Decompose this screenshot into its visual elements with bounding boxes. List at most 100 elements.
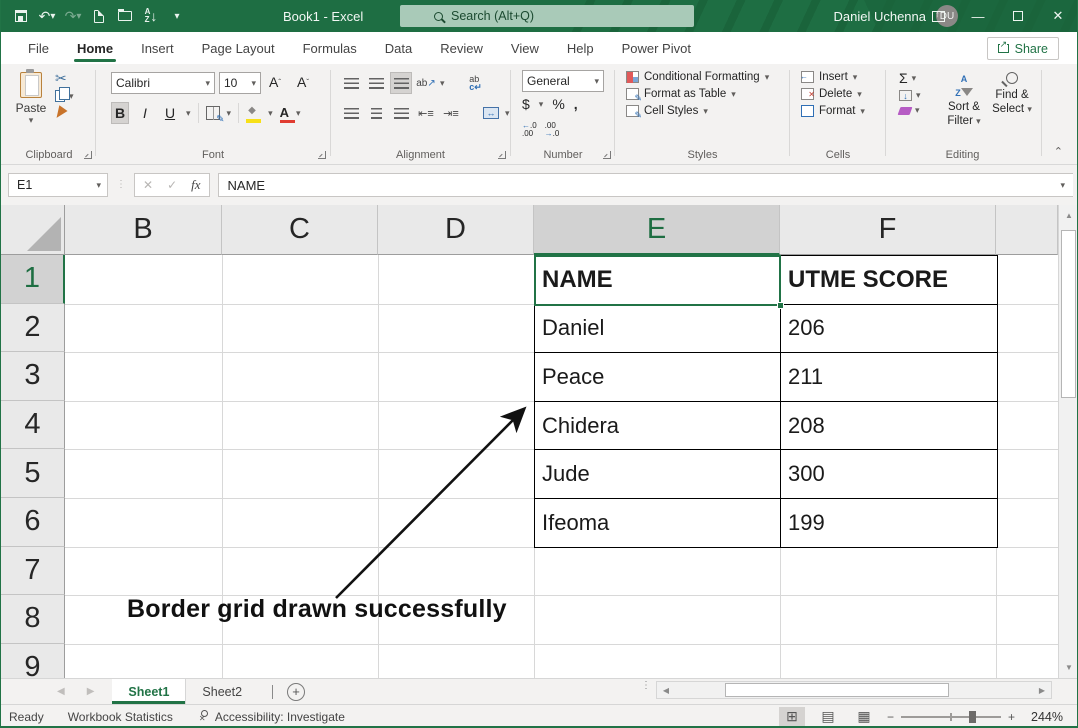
tab-help[interactable]: Help (554, 34, 607, 63)
autosum-button[interactable]: Σ▾ (899, 70, 921, 86)
insert-cells-button[interactable]: Insert▾ (801, 71, 865, 83)
tab-data[interactable]: Data (372, 34, 425, 63)
align-left-button[interactable] (340, 102, 362, 124)
merge-center-icon[interactable]: ↔ (480, 102, 502, 124)
row-header-5[interactable]: 5 (1, 449, 65, 498)
row-header-9[interactable]: 9 (1, 644, 65, 678)
scroll-down-icon[interactable]: ▼ (1059, 657, 1078, 678)
table-cell[interactable]: Jude (534, 449, 781, 499)
tab-page-layout[interactable]: Page Layout (189, 34, 288, 63)
number-dialog-launcher-icon[interactable] (603, 151, 611, 159)
cut-icon[interactable]: ✂ (55, 72, 67, 85)
table-cell[interactable]: 208 (780, 401, 998, 451)
tab-view[interactable]: View (498, 34, 552, 63)
borders-icon[interactable] (206, 106, 220, 120)
save-icon[interactable] (10, 4, 32, 28)
italic-button[interactable]: I (136, 102, 154, 124)
orientation-icon[interactable]: ab (415, 72, 437, 94)
number-format-select[interactable]: General▾ (522, 70, 604, 92)
scroll-left-icon[interactable]: ◀ (657, 682, 675, 698)
workbook-statistics-button[interactable]: Workbook Statistics (68, 710, 173, 724)
page-break-view-icon[interactable]: ▦ (851, 707, 877, 727)
row-header-8[interactable]: 8 (1, 595, 65, 644)
zoom-thumb[interactable] (969, 711, 976, 723)
font-color-icon[interactable]: A (280, 107, 289, 119)
maximize-icon[interactable] (998, 0, 1038, 32)
clear-button[interactable]: ▾ (899, 105, 921, 116)
column-header-E[interactable]: E (534, 205, 780, 255)
grow-font-button[interactable]: Aˆ (269, 74, 281, 90)
bold-button[interactable]: B (111, 102, 129, 124)
accessibility-button[interactable]: Accessibility: Investigate (197, 710, 345, 724)
tab-home[interactable]: Home (64, 34, 126, 63)
open-file-icon[interactable] (114, 4, 136, 28)
new-file-icon[interactable] (88, 4, 110, 28)
column-header-B[interactable]: B (65, 205, 222, 255)
table-cell[interactable]: 211 (780, 352, 998, 402)
horizontal-scrollbar[interactable]: ◀ ▶ (656, 681, 1052, 699)
format-as-table-button[interactable]: Format as Table▾ (626, 88, 769, 100)
enter-icon[interactable]: ✓ (167, 178, 177, 192)
decrease-indent-icon[interactable]: ⇤≡ (415, 102, 437, 124)
column-header-F[interactable]: F (780, 205, 996, 255)
sheet-tab-sheet1[interactable]: Sheet1 (112, 679, 186, 704)
align-right-button[interactable] (390, 102, 412, 124)
table-cell[interactable]: 300 (780, 449, 998, 499)
alignment-dialog-launcher-icon[interactable] (498, 151, 506, 159)
row-header-6[interactable]: 6 (1, 498, 65, 547)
tab-insert[interactable]: Insert (128, 34, 187, 63)
bottom-align-button[interactable] (390, 72, 412, 94)
insert-function-icon[interactable]: fx (191, 177, 200, 193)
fill-button[interactable]: ↓▾ (899, 90, 921, 101)
share-button[interactable]: Share (987, 37, 1059, 60)
increase-decimal-icon[interactable]: ←.0.00 (522, 122, 537, 138)
column-header-partial[interactable] (996, 205, 1058, 255)
cell-styles-button[interactable]: Cell Styles▾ (626, 105, 769, 117)
tab-power-pivot[interactable]: Power Pivot (609, 34, 704, 63)
scroll-right-icon[interactable]: ▶ (1033, 682, 1051, 698)
font-dialog-launcher-icon[interactable] (318, 151, 326, 159)
cancel-icon[interactable]: ✕ (143, 178, 153, 192)
customize-qat-icon[interactable]: ▾ (166, 4, 188, 28)
page-layout-view-icon[interactable]: ▤ (815, 707, 841, 727)
find-select-button[interactable]: Find & Select ▾ (989, 72, 1035, 116)
zoom-out-icon[interactable]: − (887, 710, 894, 724)
row-header-2[interactable]: 2 (1, 304, 65, 353)
zoom-in-icon[interactable]: + (1008, 710, 1015, 724)
sort-filter-button[interactable]: AZ Sort & Filter ▾ (941, 72, 987, 128)
new-sheet-icon[interactable]: + (287, 683, 305, 701)
close-icon[interactable]: ✕ (1038, 0, 1078, 32)
zoom-slider[interactable]: − + (887, 710, 1015, 724)
middle-align-button[interactable] (365, 72, 387, 94)
shrink-font-button[interactable]: Aˇ (297, 74, 309, 90)
table-cell[interactable]: 206 (780, 304, 998, 354)
next-sheet-icon[interactable]: ▶ (87, 686, 95, 697)
minimize-icon[interactable]: — (958, 0, 998, 32)
zoom-percentage[interactable]: 244% (1025, 710, 1063, 724)
select-all-button[interactable] (1, 205, 65, 255)
table-header-cell[interactable]: UTME SCORE (780, 255, 998, 305)
tab-file[interactable]: File (15, 34, 62, 63)
column-header-C[interactable]: C (222, 205, 378, 255)
wrap-text-icon[interactable]: abc↵ (465, 72, 487, 94)
table-cell[interactable]: Daniel (534, 304, 781, 354)
collapse-ribbon-icon[interactable]: ⌃ (1054, 145, 1063, 158)
vertical-scrollbar[interactable]: ▲ ▼ (1058, 205, 1078, 678)
formula-bar-grip[interactable]: ⋮ (116, 182, 126, 188)
font-size-select[interactable]: 10▾ (219, 72, 261, 94)
formula-input[interactable]: NAME▾ (218, 173, 1073, 197)
normal-view-icon[interactable]: ⊞ (779, 707, 805, 727)
top-align-button[interactable] (340, 72, 362, 94)
format-painter-icon[interactable] (52, 105, 67, 121)
row-header-3[interactable]: 3 (1, 352, 65, 401)
underline-button[interactable]: U (161, 102, 179, 124)
format-cells-button[interactable]: Format▾ (801, 105, 865, 117)
table-header-cell[interactable]: NAME (534, 255, 781, 305)
table-cell[interactable]: Peace (534, 352, 781, 402)
fill-color-icon[interactable] (246, 108, 261, 119)
percent-format-button[interactable]: % (552, 96, 564, 112)
redo-icon[interactable]: ↷▾ (62, 4, 84, 28)
paste-button[interactable]: Paste ▾ (11, 72, 51, 126)
tab-formulas[interactable]: Formulas (290, 34, 370, 63)
ribbon-display-options-icon[interactable] (918, 0, 958, 32)
